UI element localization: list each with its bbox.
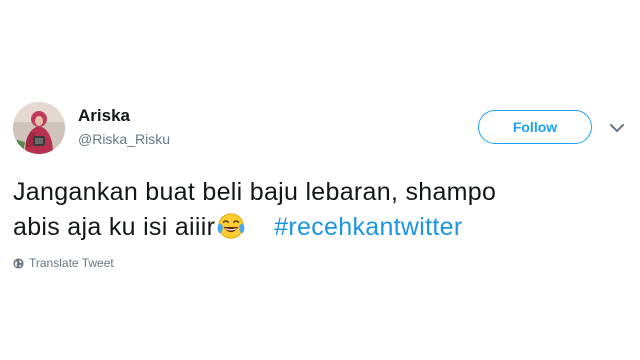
hashtag-link[interactable]: #recehkantwitter [274,213,462,241]
user-handle[interactable]: @Riska_Risku [78,131,170,147]
tweet-text-line-1: Jangankan buat beli baju lebaran, shampo [13,178,497,206]
tweet-card: Ariska @Riska_Risku Follow Jangankan bua… [0,0,640,360]
tweet-text: Jangankan buat beli baju lebaran, shampo… [13,175,613,245]
avatar[interactable] [13,102,65,154]
translate-tweet-link[interactable]: Translate Tweet [13,256,114,270]
profile-photo-icon [13,102,65,154]
chevron-down-icon[interactable] [607,118,627,138]
display-name[interactable]: Ariska [78,106,130,126]
translate-tweet-label: Translate Tweet [29,256,114,270]
face-with-tears-of-joy-icon [217,213,245,239]
follow-button[interactable]: Follow [478,110,592,144]
tweet-text-line-2: abis aja ku isi aiiir [13,213,216,241]
globe-icon [13,257,24,269]
